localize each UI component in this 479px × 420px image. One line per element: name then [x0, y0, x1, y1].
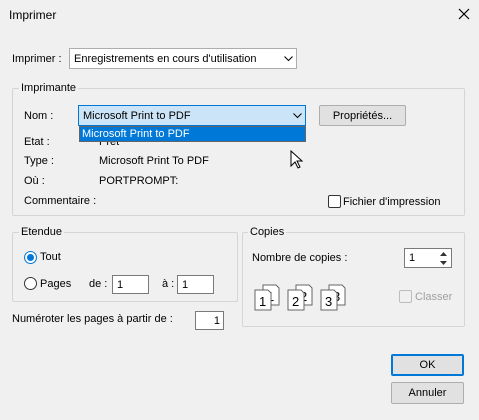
- chevron-down-icon: [280, 49, 296, 68]
- range-from-input[interactable]: 1: [112, 275, 149, 294]
- ok-button[interactable]: OK: [391, 354, 464, 376]
- where-label: Où :: [24, 175, 45, 187]
- range-to-input[interactable]: 1: [177, 275, 214, 294]
- printer-name-value: Microsoft Print to PDF: [83, 109, 191, 122]
- copies-count-value: 1: [409, 252, 416, 264]
- dialog-title: Imprimer: [9, 8, 57, 22]
- start-page-input[interactable]: 1: [195, 311, 224, 330]
- collate-checkbox[interactable]: [399, 290, 412, 303]
- range-from-label: de :: [89, 278, 108, 290]
- start-page-label: Numéroter les pages à partir de :: [12, 313, 173, 325]
- copies-spinner[interactable]: [436, 249, 451, 267]
- printer-name-label: Nom :: [24, 110, 54, 122]
- copies-count-label: Nombre de copies :: [252, 252, 348, 264]
- collate-label: Classer: [415, 291, 453, 303]
- range-to-label: à :: [162, 278, 175, 290]
- printer-group-title: Imprimante: [19, 82, 79, 94]
- comment-label: Commentaire :: [24, 195, 97, 207]
- mouse-cursor-icon: [290, 149, 304, 173]
- printer-dropdown-option[interactable]: Microsoft Print to PDF: [79, 126, 306, 142]
- where-value: PORTPROMPT:: [99, 175, 179, 187]
- range-all-label: Tout: [40, 251, 61, 263]
- range-all-radio[interactable]: [24, 251, 37, 264]
- print-to-file-checkbox[interactable]: [328, 195, 341, 208]
- type-value: Microsoft Print To PDF: [99, 155, 209, 167]
- cancel-button[interactable]: Annuler: [391, 382, 464, 404]
- range-pages-label: Pages: [40, 278, 72, 290]
- copies-group-title: Copies: [248, 226, 287, 238]
- svg-text:3: 3: [325, 294, 332, 309]
- print-what-value: Enregistrements en cours d'utilisation: [74, 52, 257, 65]
- printer-name-select[interactable]: Microsoft Print to PDF: [78, 105, 306, 126]
- spin-down-icon[interactable]: [436, 258, 451, 267]
- print-to-file-label: Fichier d'impression: [343, 196, 441, 208]
- chevron-down-icon: [289, 106, 305, 125]
- type-label: Type :: [24, 155, 54, 167]
- collate-illustration-icon: 1 1 2 2 3 3: [253, 283, 353, 314]
- radio-dot: [27, 254, 34, 261]
- svg-text:2: 2: [292, 294, 299, 309]
- print-what-select[interactable]: Enregistrements en cours d'utilisation: [69, 48, 297, 69]
- print-what-label: Imprimer :: [12, 53, 62, 65]
- status-label: Etat :: [24, 136, 50, 148]
- svg-text:1: 1: [259, 294, 266, 309]
- range-pages-radio[interactable]: [24, 277, 37, 290]
- properties-button[interactable]: Propriétés...: [319, 105, 406, 126]
- range-group-title: Etendue: [19, 226, 64, 238]
- close-icon[interactable]: [455, 5, 473, 23]
- spin-up-icon[interactable]: [436, 249, 451, 258]
